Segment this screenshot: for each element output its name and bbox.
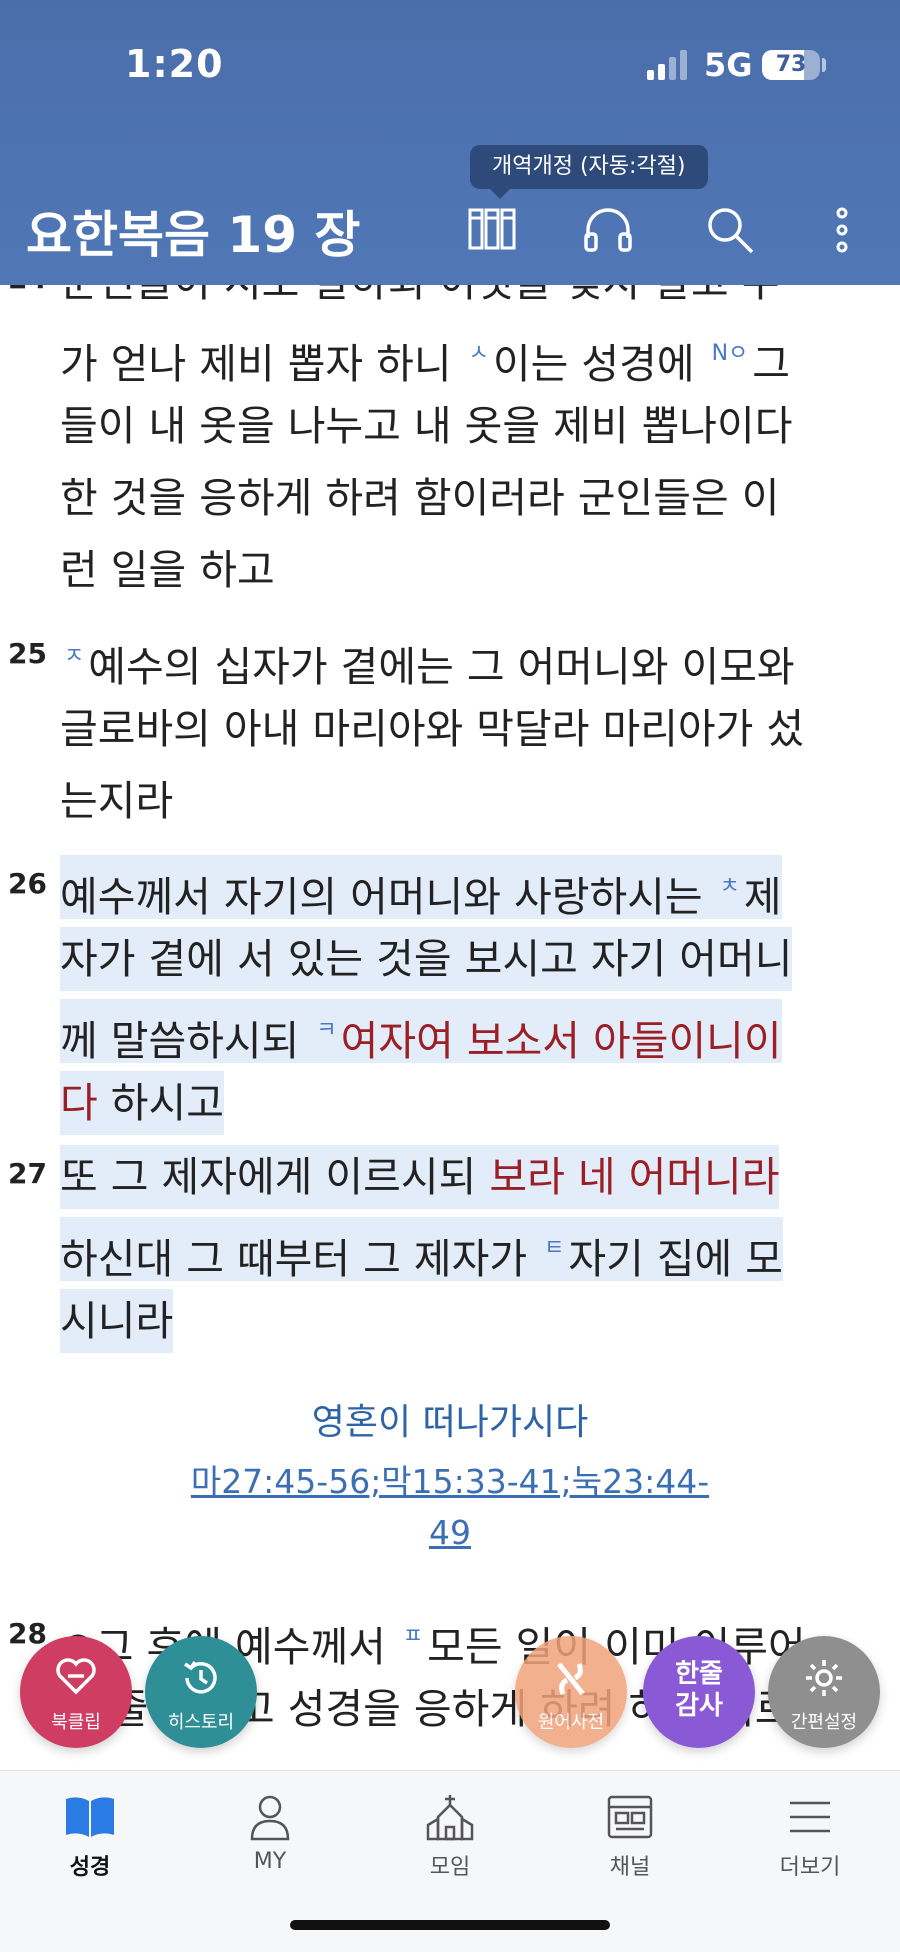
verse-line: 는지라 — [60, 769, 173, 833]
footnote-marker[interactable]: ㅋ — [316, 1018, 336, 1043]
verse-number: 27 — [8, 1157, 47, 1190]
verse-text: 제 — [743, 873, 782, 921]
verse-text: 또 그 제자에게 이르시되 — [60, 1153, 490, 1201]
fab-label: 히스토리 — [167, 1712, 235, 1733]
channel-icon — [607, 1795, 653, 1839]
footnote-marker[interactable]: ㅅ — [469, 341, 489, 366]
fab-thanks[interactable]: 한줄 감사 — [643, 1636, 755, 1748]
footnote-marker[interactable]: ㅊ — [720, 874, 740, 899]
verse-text: 께 말씀하시되 — [60, 1017, 313, 1065]
verse-line: 런 일을 하고 — [60, 538, 275, 602]
verse-text: 하시고 — [97, 1079, 224, 1127]
verse-text: 들이 내 옷을 나누고 내 옷을 제비 뽑나이다 — [60, 402, 793, 450]
tab-label: MY — [253, 1849, 287, 1874]
search-icon[interactable] — [700, 200, 760, 260]
tab-label: 모임 — [429, 1855, 471, 1880]
fab-label: 한줄 감사 — [643, 1658, 755, 1722]
verse-text: 가 얻나 제비 뽑자 하니 — [60, 340, 465, 388]
translation-tooltip[interactable]: 개역개정 (자동:각절) — [470, 145, 708, 199]
tab-label: 성경 — [69, 1855, 111, 1880]
battery-level: 73 — [775, 52, 807, 77]
scripture-content[interactable]: 24 군인들이 서로 말하되 이것을 찢지 말고 누가 얻나 제비 뽑자 하니 ㅅ… — [0, 285, 900, 1770]
fab-label: 북클립 — [51, 1712, 101, 1733]
footnote-marker[interactable]: ㅈ — [64, 644, 84, 669]
verse-line: 자가 곁에 서 있는 것을 보시고 자기 어머니 — [60, 927, 793, 991]
footnote-marker[interactable]: Nㅇ — [712, 341, 749, 366]
tab-label: 더보기 — [779, 1855, 841, 1880]
network-type: 5G — [704, 46, 753, 84]
words-of-jesus: 보라 네 어머니라 — [489, 1153, 780, 1201]
church-icon — [426, 1795, 474, 1841]
tab-more[interactable]: 더보기 — [750, 1793, 870, 1881]
verse-text: 자가 곁에 서 있는 것을 보시고 자기 어머니 — [60, 935, 793, 983]
verse-text: 예수의 십자가 곁에는 그 어머니와 이모와 — [88, 643, 795, 691]
fab-gear[interactable]: 간편설정 — [768, 1636, 880, 1748]
verse-text: 하신대 그 때부터 그 제자가 — [60, 1235, 541, 1283]
signal-icon — [647, 48, 693, 80]
verse-line: 께 말씀하시되 ㅋ여자여 보소서 아들이니이 — [60, 999, 782, 1065]
verse-line: 다 하시고 — [60, 1071, 224, 1135]
cross-references-cont[interactable]: 49 — [0, 1513, 900, 1552]
verse-line: 또 그 제자에게 이르시되 보라 네 어머니라 — [60, 1145, 780, 1209]
person-icon — [250, 1795, 290, 1841]
verse-text: 예수께서 자기의 어머니와 사랑하시는 — [60, 873, 716, 921]
status-time: 1:20 — [125, 42, 224, 86]
menu-icon — [790, 1801, 830, 1833]
footnote-marker[interactable]: ㅍ — [403, 1624, 423, 1649]
fab-label: 간편설정 — [790, 1712, 858, 1733]
cross-references[interactable]: 마27:45-56;막15:33-41;눅23:44- — [0, 1455, 900, 1503]
verse-text: 그 — [752, 340, 791, 388]
battery-icon: 73 — [762, 50, 820, 80]
fab-aleph[interactable]: 원어사전 — [515, 1636, 627, 1748]
tab-channel[interactable]: 채널 — [570, 1793, 690, 1881]
verse-number: 28 — [8, 1617, 47, 1650]
verse-number: 25 — [8, 637, 47, 670]
verse-line: 글로바의 아내 마리아와 막달라 마리아가 섰 — [60, 697, 804, 761]
verse-text: 는지라 — [60, 777, 174, 825]
verse-line: ㅈ예수의 십자가 곁에는 그 어머니와 이모와 — [60, 625, 795, 691]
verse-text: 시니라 — [60, 1297, 174, 1345]
verse-line: 한 것을 응하게 하려 함이러라 군인들은 이 — [60, 466, 779, 530]
verse-text: 이는 성경에 — [492, 340, 708, 388]
verse-text: 자기 집에 모 — [568, 1235, 784, 1283]
fab-label: 원어사전 — [537, 1712, 605, 1733]
more-vertical-icon[interactable] — [812, 200, 872, 260]
verse-line: 들이 내 옷을 나누고 내 옷을 제비 뽑나이다 — [60, 394, 792, 458]
chapter-title[interactable]: 요한복음 19 장 — [26, 195, 360, 267]
tab-my[interactable]: MY — [210, 1793, 330, 1874]
bible-shelf-icon[interactable] — [462, 200, 522, 260]
section-heading: 영혼이 떠나가시다 — [311, 1402, 589, 1443]
verse-text: 군인들이 서로 말하되 이것을 찢지 말고 누 — [60, 285, 779, 306]
tab-community[interactable]: 모임 — [390, 1793, 510, 1881]
fab-label-line: 한줄 — [675, 1659, 723, 1689]
verse-text: 글로바의 아내 마리아와 막달라 마리아가 섰 — [60, 705, 805, 753]
verse-text: 한 것을 응하게 하려 함이러라 군인들은 이 — [60, 474, 780, 522]
verse-line: 가 얻나 제비 뽑자 하니 ㅅ이는 성경에 Nㅇ그 — [60, 322, 791, 388]
verse-text: 런 일을 하고 — [60, 546, 275, 594]
verse-line: 시니라 — [60, 1289, 174, 1353]
verse-number: 26 — [8, 867, 47, 900]
verse-number: 24 — [8, 285, 47, 295]
home-indicator[interactable] — [290, 1920, 610, 1930]
verse-line: 예수께서 자기의 어머니와 사랑하시는 ㅊ제 — [60, 855, 782, 921]
battery-cap — [822, 58, 826, 72]
verse-line: 군인들이 서로 말하되 이것을 찢지 말고 누 — [60, 285, 779, 314]
open-book-icon — [66, 1797, 114, 1837]
verse-line: 하신대 그 때부터 그 제자가 ㅌ자기 집에 모 — [60, 1217, 784, 1283]
fab-history[interactable]: 히스토리 — [145, 1636, 257, 1748]
fab-bookclip-heart[interactable]: 북클립 — [20, 1636, 132, 1748]
fab-label-line: 감사 — [675, 1691, 723, 1721]
words-of-jesus: 여자여 보소서 아들이니이 — [340, 1017, 782, 1065]
headphones-icon[interactable] — [578, 200, 638, 260]
tab-bible[interactable]: 성경 — [30, 1793, 150, 1881]
words-of-jesus: 다 — [60, 1079, 98, 1127]
app-header: 1:20 5G 73 개역개정 (자동:각절) 요한복음 19 장 — [0, 0, 900, 285]
tab-label: 채널 — [609, 1855, 651, 1880]
footnote-marker[interactable]: ㅌ — [544, 1236, 564, 1261]
